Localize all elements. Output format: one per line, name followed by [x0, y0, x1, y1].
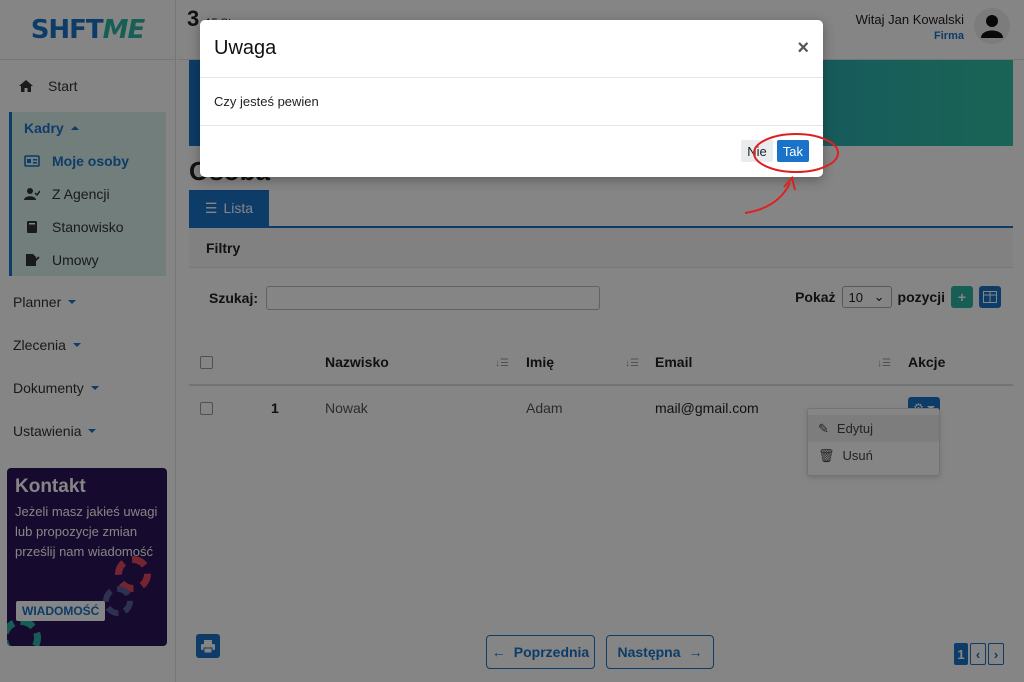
- modal-footer: Nie Tak: [200, 126, 823, 176]
- close-icon[interactable]: ×: [797, 37, 809, 60]
- yes-button[interactable]: Tak: [776, 140, 809, 162]
- modal-header: Uwaga ×: [200, 20, 823, 78]
- confirm-dialog: Uwaga × Czy jesteś pewien Nie Tak: [200, 20, 823, 177]
- modal-message: Czy jesteś pewien: [200, 78, 823, 126]
- modal-title: Uwaga: [214, 37, 277, 59]
- no-button[interactable]: Nie: [741, 140, 773, 162]
